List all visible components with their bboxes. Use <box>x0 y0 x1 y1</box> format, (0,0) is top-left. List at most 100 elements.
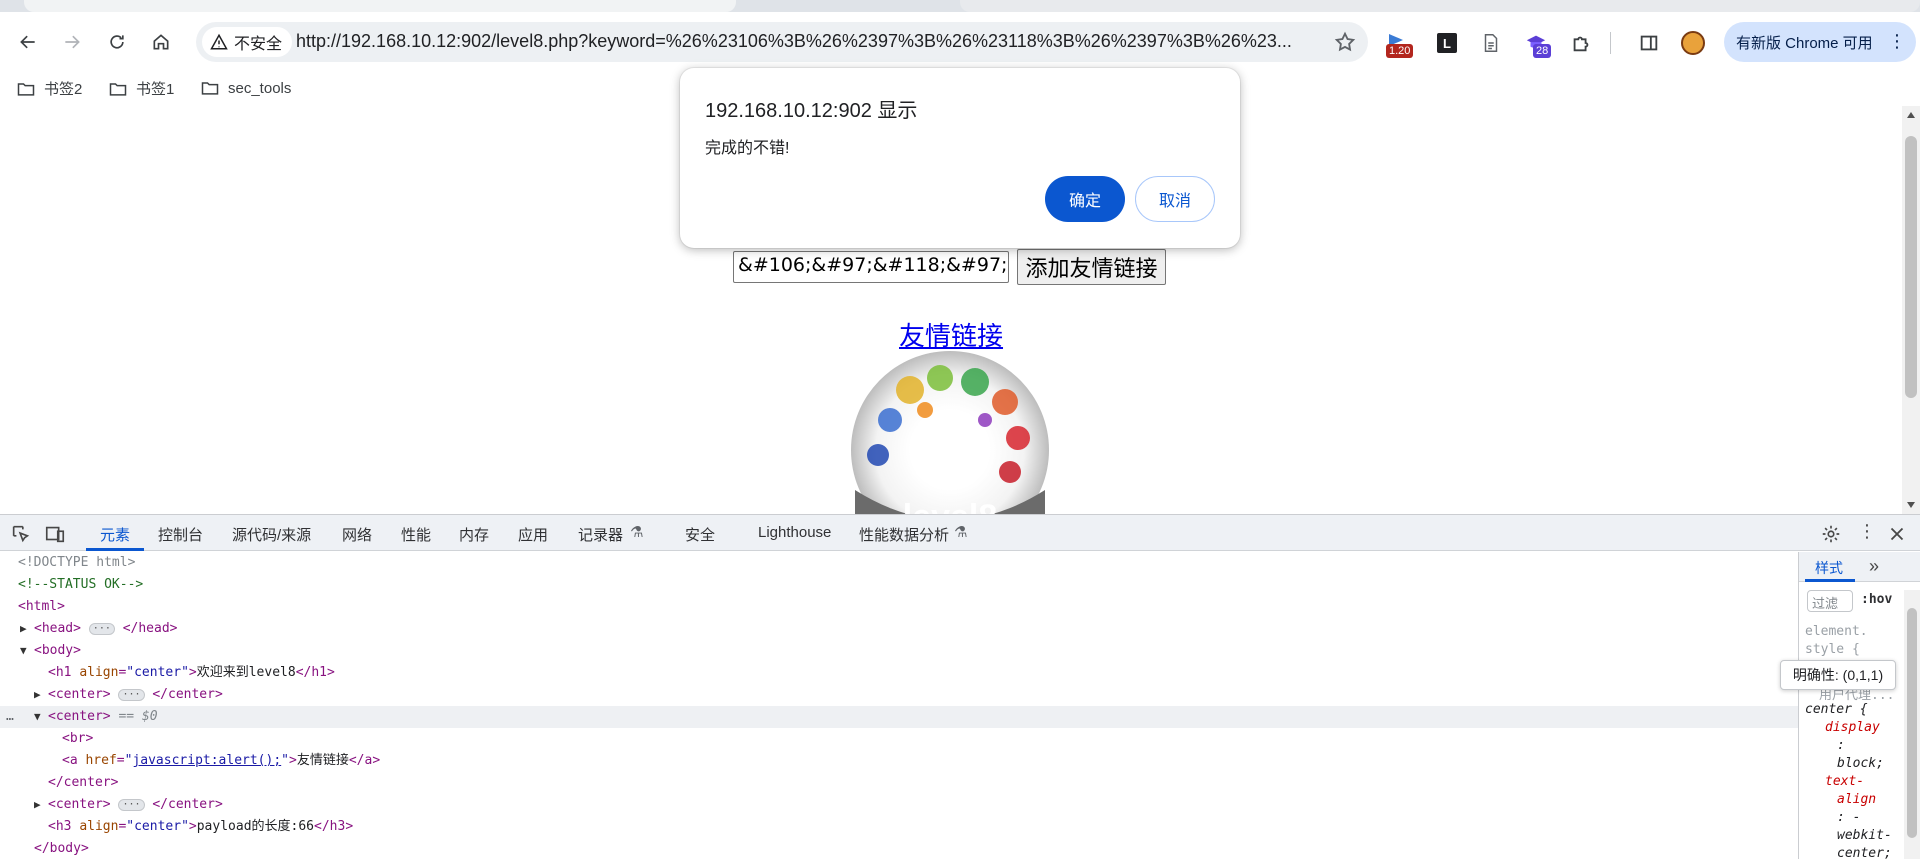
css-selector[interactable]: center { <box>1805 702 1868 717</box>
browser-tab[interactable] <box>960 0 1920 12</box>
extension-doc-icon[interactable] <box>1478 30 1504 56</box>
styles-scrollbar[interactable] <box>1904 590 1920 859</box>
devtools-tabbar: 元素 控制台 源代码/来源 网络 性能 内存 应用 记录器 ⚗ 安全 Light… <box>0 515 1920 551</box>
flask-icon: ⚗ <box>630 524 644 541</box>
dom-anchor[interactable]: <a href="javascript:alert();">友情链接</a> <box>0 750 1798 772</box>
tab-lighthouse[interactable]: Lighthouse <box>758 524 831 541</box>
tab-recorder[interactable]: 记录器 <box>578 524 623 545</box>
dom-head[interactable]: ▶ <head> ··· </head> <box>0 618 1798 640</box>
toolbar-divider <box>1610 32 1611 54</box>
tab-performance-insights[interactable]: 性能数据分析 <box>859 524 949 545</box>
expand-triangle-icon[interactable]: ▶ <box>20 618 34 640</box>
dom-html[interactable]: <html> <box>0 596 1798 618</box>
extension-l-icon[interactable]: L <box>1434 30 1460 56</box>
href-link[interactable]: javascript:alert(); <box>132 753 281 768</box>
tab-performance[interactable]: 性能 <box>401 524 431 545</box>
devtools-menu-icon[interactable]: ⋮ <box>1858 521 1876 542</box>
browser-tab-active[interactable] <box>24 0 736 12</box>
tab-strip <box>0 0 1920 12</box>
dom-br[interactable]: <br> <box>0 728 1798 750</box>
dom-h1[interactable]: <h1 align="center">欢迎来到level8</h1> <box>0 662 1798 684</box>
bookmark-folder-3[interactable]: sec_tools <box>200 78 291 98</box>
tab-styles[interactable]: 样式 <box>1815 558 1843 578</box>
css-val-1[interactable]: : - <box>1837 810 1860 825</box>
more-tabs-chevron-icon[interactable]: » <box>1869 556 1879 577</box>
element-style-line-1[interactable]: element. <box>1805 624 1868 639</box>
dialog-ok-button[interactable]: 确定 <box>1045 176 1125 222</box>
dom-doctype[interactable]: <!DOCTYPE html> <box>0 552 1798 574</box>
level-logo-image: level8 <box>851 351 1049 514</box>
chrome-update-button[interactable]: 有新版 Chrome 可用 ⋮ <box>1724 22 1916 62</box>
logo-text: level8 <box>903 498 998 514</box>
page-scroll-thumb[interactable] <box>1905 136 1917 398</box>
tab-memory[interactable]: 内存 <box>459 524 489 545</box>
dom-tree: <!DOCTYPE html> <!--STATUS OK--> <html> … <box>0 552 1798 859</box>
inspect-element-icon[interactable] <box>10 523 32 545</box>
dom-center-close[interactable]: </center> <box>0 772 1798 794</box>
styles-scroll-thumb[interactable] <box>1907 608 1917 838</box>
flask-icon: ⚗ <box>954 524 968 541</box>
menu-dots-icon[interactable]: ⋮ <box>1888 32 1906 50</box>
dom-body[interactable]: ▼ <body> <box>0 640 1798 662</box>
collapsed-ellipsis[interactable]: ··· <box>118 688 145 701</box>
collapse-triangle-icon[interactable]: ▼ <box>20 640 34 662</box>
extension-hat-icon[interactable]: 28 <box>1523 30 1552 58</box>
settings-gear-icon[interactable] <box>1820 523 1842 545</box>
element-style-line-2[interactable]: style { <box>1805 642 1860 657</box>
warning-icon <box>210 33 228 50</box>
css-val-2[interactable]: webkit- <box>1837 828 1892 843</box>
dom-center-1[interactable]: ▶ <center> ··· </center> <box>0 684 1798 706</box>
dialog-cancel-button[interactable]: 取消 <box>1135 176 1215 222</box>
security-chip[interactable]: 不安全 <box>202 27 293 57</box>
hover-state-toggle[interactable]: :hov <box>1861 592 1892 607</box>
profile-avatar[interactable] <box>1680 30 1706 56</box>
dialog-message: 完成的不错! <box>705 140 790 157</box>
keyword-input[interactable]: &#106;&#97;&#118;&#97;&#115; <box>733 251 1009 283</box>
folder-icon <box>17 82 35 96</box>
css-prop-align[interactable]: align <box>1837 792 1876 807</box>
bookmark-folder-2[interactable]: 书签1 <box>108 78 174 99</box>
styles-filter-input[interactable]: 过滤 <box>1807 590 1853 612</box>
specificity-tooltip: 明确性: (0,1,1) <box>1780 660 1896 690</box>
css-prop-display[interactable]: display <box>1825 720 1880 735</box>
device-toolbar-icon[interactable] <box>44 523 66 545</box>
css-val-3[interactable]: center; <box>1837 846 1892 859</box>
extensions-puzzle-icon[interactable] <box>1568 30 1594 56</box>
forward-icon[interactable] <box>58 28 86 56</box>
bookmark-folder-1[interactable]: 书签2 <box>16 78 82 99</box>
omnibox[interactable]: 不安全 http://192.168.10.12:902/level8.php?… <box>196 22 1368 62</box>
tab-network[interactable]: 网络 <box>342 524 372 545</box>
add-link-button[interactable]: 添加友情链接 <box>1017 249 1166 285</box>
home-icon[interactable] <box>147 28 175 56</box>
url-text[interactable]: http://192.168.10.12:902/level8.php?keyw… <box>296 31 1316 52</box>
expand-triangle-icon[interactable]: ▶ <box>34 684 48 706</box>
extension-badge-28: 28 <box>1533 44 1552 58</box>
dom-body-close[interactable]: </body> <box>0 838 1798 859</box>
friend-link[interactable]: 友情链接 <box>899 316 1003 353</box>
more-dots-icon[interactable]: … <box>6 706 14 728</box>
dom-h3[interactable]: <h3 align="center">payload的长度:66</h3> <box>0 816 1798 838</box>
dom-center-selected[interactable]: … ▼ <center> == $0 <box>0 706 1798 728</box>
back-icon[interactable] <box>14 28 42 56</box>
collapse-triangle-icon[interactable]: ▼ <box>34 706 48 728</box>
tab-elements[interactable]: 元素 <box>100 524 130 545</box>
collapsed-ellipsis[interactable]: ··· <box>88 622 115 635</box>
page-scrollbar[interactable] <box>1902 106 1920 514</box>
dialog-origin: 192.168.10.12:902 显示 <box>705 100 918 122</box>
tab-console[interactable]: 控制台 <box>158 524 203 545</box>
dom-comment[interactable]: <!--STATUS OK--> <box>0 574 1798 596</box>
tab-security[interactable]: 安全 <box>685 524 715 545</box>
active-tab-indicator <box>86 548 144 551</box>
dom-center-2[interactable]: ▶ <center> ··· </center> <box>0 794 1798 816</box>
extension-speed-icon[interactable]: 1.20 <box>1386 30 1414 58</box>
css-prop-text[interactable]: text- <box>1825 774 1864 789</box>
expand-triangle-icon[interactable]: ▶ <box>34 794 48 816</box>
reload-icon[interactable] <box>103 28 131 56</box>
close-devtools-icon[interactable] <box>1886 523 1908 545</box>
css-val-display[interactable]: block; <box>1837 756 1884 771</box>
tab-application[interactable]: 应用 <box>518 524 548 545</box>
collapsed-ellipsis[interactable]: ··· <box>118 798 145 811</box>
bookmark-star-icon[interactable] <box>1334 31 1356 53</box>
side-panel-icon[interactable] <box>1636 30 1662 56</box>
tab-sources[interactable]: 源代码/来源 <box>232 524 311 545</box>
